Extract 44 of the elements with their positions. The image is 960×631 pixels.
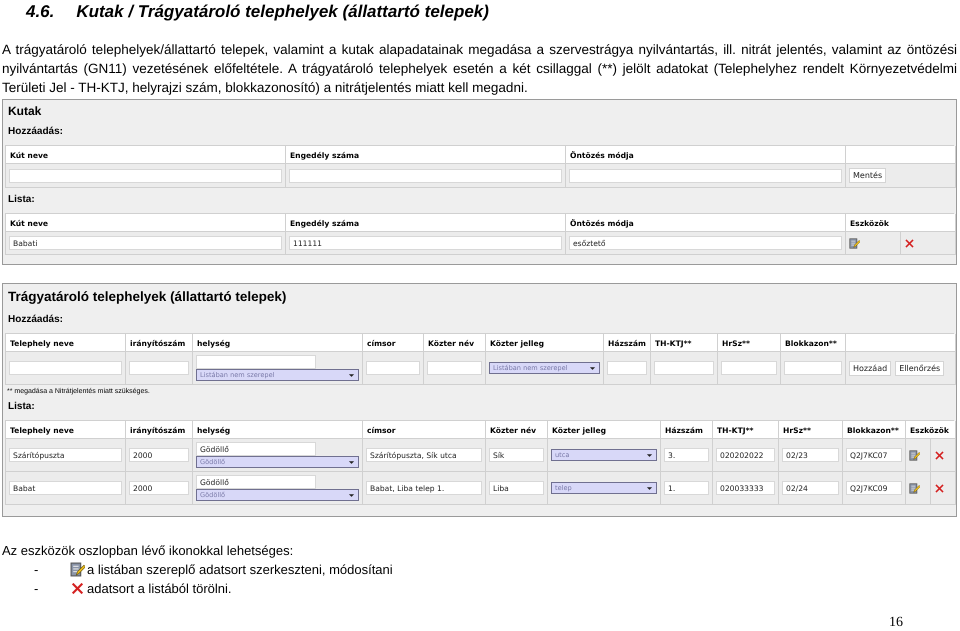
panel-title: Kutak: [7, 103, 42, 120]
edit-icon[interactable]: [909, 450, 920, 460]
page-number: 16: [889, 615, 903, 631]
caret-icon: [348, 460, 355, 464]
intro-paragraph: A trágyatároló telephelyek/állattartó telepek, valamint a kutak alapadatainak megadása a szervestrágya nyilvántartás, ill. nitrát jelentés, valamint az öntözési nyilvántartás (GN11) vezetésének előfeltétele. A trágyatároló telephelyek esetén a két csillaggal (**) jelölt adatokat (Telephelyhez rendelt Környezetvédelmi Területi Jel - TH-KTJ, helyrajzi szám, blokkazonosító) a nitrátjelentés miatt kell megadni.: [2, 41, 957, 97]
section-heading: Kutak / Trágyatároló telephelyek (állattartó telepek): [76, 2, 489, 23]
text-field[interactable]: [9, 361, 122, 375]
form-button[interactable]: Mentés: [849, 168, 886, 183]
list-text: a listában szereplő adatsort szerkeszteni, módosítani: [87, 561, 393, 579]
text-field[interactable]: [196, 355, 316, 369]
form-button[interactable]: Ellenőrzés: [895, 360, 944, 376]
list-text: adatsort a listából törölni.: [87, 580, 232, 598]
delete-icon[interactable]: [904, 238, 915, 248]
text-field[interactable]: [569, 168, 842, 182]
section-title: Lista:: [7, 400, 36, 414]
section-number: 4.6.: [26, 2, 54, 23]
delete-icon[interactable]: [70, 581, 85, 596]
text-field[interactable]: [654, 361, 714, 375]
text-field[interactable]: [607, 361, 647, 375]
list-marker: -: [34, 580, 40, 598]
text-field[interactable]: [784, 361, 842, 375]
caret-icon: [589, 366, 596, 370]
panel-title: Trágyatároló telephelyek (állattartó telepek): [7, 288, 288, 306]
delete-icon[interactable]: [934, 450, 945, 460]
text-field[interactable]: [9, 168, 282, 182]
tools-intro: Az eszközök oszlopban lévő ikonokkal lehetséges:: [2, 542, 294, 560]
caret-icon: [348, 372, 355, 378]
text-field[interactable]: [366, 361, 420, 375]
edit-icon[interactable]: [909, 482, 920, 494]
form-button[interactable]: Hozzáad: [849, 360, 892, 376]
caret-icon: [348, 492, 355, 498]
text-field[interactable]: [721, 361, 777, 375]
section-title: Hozzáadás:: [7, 125, 64, 139]
edit-icon[interactable]: [70, 562, 85, 577]
list-marker: -: [34, 561, 40, 579]
section-title: Hozzáadás:: [7, 313, 64, 327]
edit-icon[interactable]: [849, 238, 860, 248]
text-field[interactable]: [289, 168, 562, 182]
caret-icon: [646, 486, 653, 490]
text-field[interactable]: [129, 361, 189, 375]
caret-icon: [646, 452, 653, 458]
delete-icon[interactable]: [934, 482, 945, 494]
text-field[interactable]: [427, 361, 482, 375]
section-title: Lista:: [7, 193, 36, 207]
